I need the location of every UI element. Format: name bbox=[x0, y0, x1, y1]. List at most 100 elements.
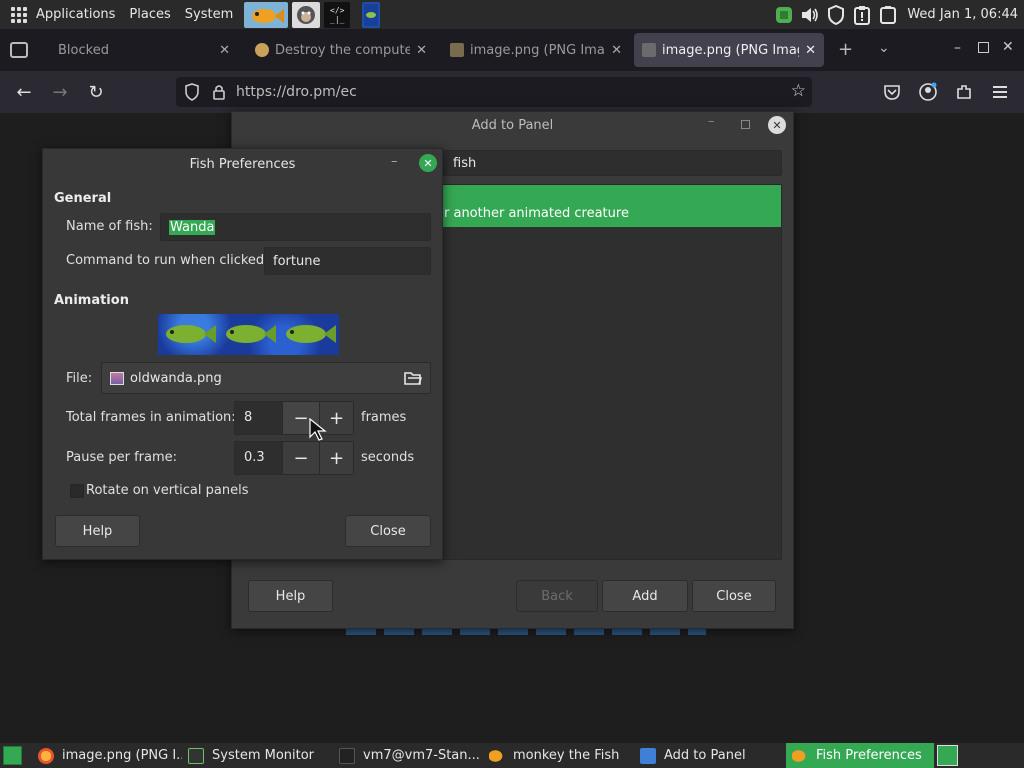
tab-close-icon[interactable]: ✕ bbox=[219, 43, 230, 58]
system-tray: Wed Jan 1, 06:44 bbox=[771, 0, 1024, 29]
tab-close-icon[interactable]: ✕ bbox=[416, 43, 427, 58]
menu-applications[interactable]: Applications bbox=[29, 7, 122, 22]
tab-blocked[interactable]: Blocked ✕ bbox=[50, 33, 238, 67]
panel-icon bbox=[640, 747, 656, 764]
clipboard-alert-icon[interactable] bbox=[852, 5, 872, 25]
tab-title: Destroy the computer bbox=[275, 42, 411, 58]
top-panel: Applications Places System </> _|_ Wed J… bbox=[0, 0, 1024, 29]
pause-decrement-button[interactable]: − bbox=[282, 442, 319, 474]
reload-icon[interactable]: ↻ bbox=[79, 75, 113, 109]
url-bar[interactable]: https://dro.pm/ec ☆ bbox=[176, 77, 812, 107]
monkey-launcher-icon[interactable] bbox=[292, 1, 321, 28]
terminal-glyph-top: </> bbox=[330, 5, 345, 15]
hamburger-menu-icon[interactable] bbox=[993, 86, 1007, 98]
bookmark-star-icon[interactable]: ☆ bbox=[791, 81, 806, 101]
lock-icon[interactable] bbox=[212, 83, 226, 101]
name-field[interactable]: Wanda bbox=[160, 213, 431, 241]
shield-icon[interactable] bbox=[184, 83, 200, 101]
clock[interactable]: Wed Jan 1, 06:44 bbox=[907, 7, 1018, 22]
browser-nav-bar: ← → ↻ https://dro.pm/ec ☆ bbox=[0, 71, 1024, 113]
file-value: oldwanda.png bbox=[130, 370, 222, 386]
command-field[interactable]: fortune bbox=[264, 247, 431, 275]
dialog-titlebar: Fish Preferences – ✕ bbox=[43, 149, 442, 179]
task-label: Fish Preferences bbox=[816, 748, 922, 763]
minimize-icon[interactable]: – bbox=[391, 154, 398, 169]
fish-launcher-icon[interactable] bbox=[244, 1, 289, 28]
help-button[interactable]: Help bbox=[55, 515, 140, 547]
tab-image-png-1[interactable]: image.png (PNG Image ✕ bbox=[442, 33, 630, 67]
mouse-cursor-icon bbox=[309, 418, 327, 441]
back-arrow-icon[interactable]: ← bbox=[7, 75, 41, 109]
back-button[interactable]: Back bbox=[516, 580, 598, 612]
frames-spinbutton[interactable]: 8 − + bbox=[234, 401, 354, 435]
maximize-icon[interactable] bbox=[741, 120, 750, 129]
fish-icon bbox=[489, 747, 505, 764]
close-icon[interactable]: ✕ bbox=[768, 116, 786, 134]
task-monkey-the-fish[interactable]: monkey the Fish bbox=[483, 743, 633, 768]
applet-list[interactable]: r another animated creature bbox=[440, 184, 782, 560]
fish-frame-3 bbox=[286, 325, 336, 343]
tab-close-icon[interactable]: ✕ bbox=[805, 43, 816, 58]
close-icon[interactable]: ✕ bbox=[419, 154, 437, 172]
workspace-switcher[interactable] bbox=[937, 745, 958, 766]
task-add-to-panel[interactable]: Add to Panel bbox=[634, 743, 784, 768]
menu-places[interactable]: Places bbox=[122, 7, 177, 22]
applications-grid-icon[interactable] bbox=[11, 6, 27, 23]
applet-list-item-selected[interactable]: r another animated creature bbox=[441, 185, 781, 227]
minus-icon: − bbox=[293, 447, 309, 469]
plus-icon: + bbox=[328, 407, 345, 429]
add-button[interactable]: Add bbox=[602, 580, 688, 612]
frames-label: Total frames in animation: bbox=[66, 410, 236, 425]
pause-spinbutton[interactable]: 0.3 − + bbox=[234, 441, 354, 475]
pause-label: Pause per frame: bbox=[66, 450, 178, 465]
show-desktop-icon[interactable] bbox=[3, 746, 22, 765]
help-button[interactable]: Help bbox=[248, 580, 333, 612]
battery-icon[interactable] bbox=[878, 5, 898, 25]
new-tab-icon[interactable]: + bbox=[838, 39, 853, 60]
task-label: image.png (PNG I... bbox=[62, 748, 182, 763]
minimize-window-icon[interactable]: – bbox=[954, 40, 961, 56]
image-file-icon bbox=[110, 371, 124, 385]
task-system-monitor[interactable]: System Monitor bbox=[182, 743, 330, 768]
network-icon[interactable] bbox=[774, 5, 794, 25]
open-folder-icon[interactable] bbox=[404, 370, 422, 386]
task-terminal[interactable]: vm7@vm7-Stan... bbox=[333, 743, 481, 768]
hamburger-middle-bar bbox=[993, 91, 1007, 93]
minimize-icon[interactable]: – bbox=[708, 114, 715, 129]
rotate-checkbox[interactable] bbox=[70, 484, 84, 498]
pause-increment-button[interactable]: + bbox=[319, 442, 353, 474]
fish-animation-preview bbox=[158, 314, 339, 355]
file-label: File: bbox=[66, 371, 93, 386]
rotate-label[interactable]: Rotate on vertical panels bbox=[86, 483, 248, 498]
firefox-icon bbox=[38, 747, 54, 764]
frames-value[interactable]: 8 bbox=[244, 410, 252, 425]
forward-arrow-icon[interactable]: → bbox=[43, 75, 77, 109]
tab-destroy-computer[interactable]: Destroy the computer ✕ bbox=[247, 33, 435, 67]
account-icon[interactable] bbox=[918, 82, 938, 102]
volume-icon[interactable] bbox=[800, 5, 820, 25]
restore-window-icon[interactable] bbox=[978, 42, 989, 53]
task-fish-preferences[interactable]: Fish Preferences bbox=[786, 743, 934, 768]
tab-close-icon[interactable]: ✕ bbox=[611, 43, 622, 58]
file-chooser-button[interactable]: oldwanda.png bbox=[101, 362, 431, 394]
shield-icon[interactable] bbox=[826, 4, 846, 25]
task-image-png[interactable]: image.png (PNG I... bbox=[32, 743, 182, 768]
close-window-icon[interactable]: ✕ bbox=[1002, 39, 1014, 55]
tab-overview-icon[interactable] bbox=[10, 42, 28, 58]
terminal-icon bbox=[339, 747, 355, 764]
pocket-icon[interactable] bbox=[883, 83, 901, 101]
aquarium-launcher-icon[interactable] bbox=[362, 1, 381, 28]
close-button[interactable]: Close bbox=[345, 515, 431, 547]
pause-value[interactable]: 0.3 bbox=[244, 450, 265, 465]
task-label: vm7@vm7-Stan... bbox=[363, 748, 480, 763]
system-monitor-icon bbox=[188, 747, 204, 764]
tab-image-png-2[interactable]: image.png (PNG Image ✕ bbox=[634, 33, 824, 67]
search-input[interactable]: fish bbox=[440, 150, 782, 176]
search-value: fish bbox=[453, 155, 477, 171]
tab-list-chevron-down-icon[interactable]: ⌄ bbox=[878, 40, 890, 56]
extensions-icon[interactable] bbox=[955, 83, 973, 101]
close-button[interactable]: Close bbox=[692, 580, 776, 612]
menu-system[interactable]: System bbox=[178, 7, 240, 22]
terminal-launcher-icon[interactable]: </> _|_ bbox=[324, 1, 351, 28]
fish-icon bbox=[792, 747, 808, 764]
